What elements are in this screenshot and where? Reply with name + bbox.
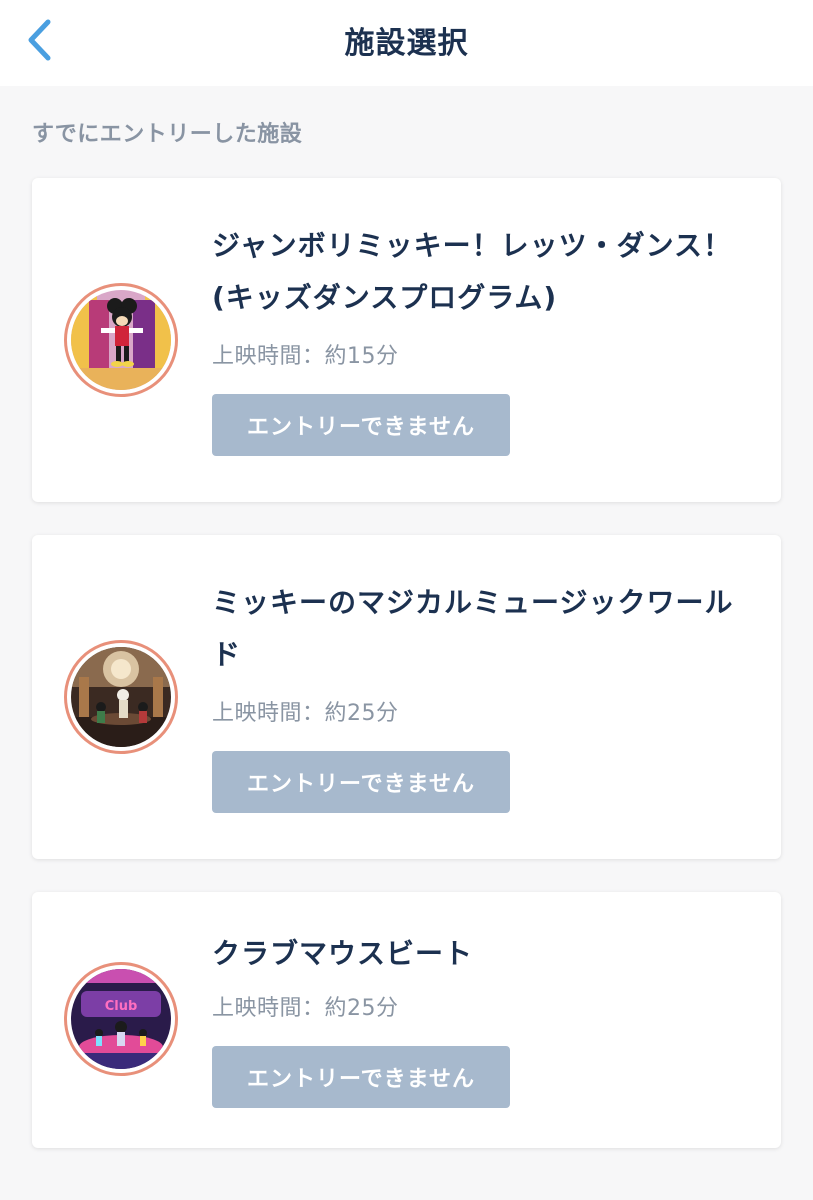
facility-title: ジャンボリミッキー！レッツ・ダンス！(キッズダンスプログラム) [212, 229, 733, 314]
page-title: 施設選択 [344, 26, 469, 61]
entry-unavailable-button[interactable]: エントリーできません [212, 394, 510, 456]
facility-thumbnail: Club [64, 962, 178, 1076]
facility-thumbnail [64, 283, 178, 397]
entry-unavailable-button[interactable]: エントリーできません [212, 751, 510, 813]
facility-thumbnail [64, 640, 178, 754]
facility-title: クラブマウスビート [212, 937, 474, 970]
facility-details: ジャンボリミッキー！レッツ・ダンス！(キッズダンスプログラム) 上映時間：約15… [212, 220, 752, 456]
facility-title: ミッキーのマジカルミュージックワールド [212, 586, 734, 671]
facility-details: ミッキーのマジカルミュージックワールド 上映時間：約25分 エントリーできません [212, 577, 752, 813]
facility-duration: 上映時間：約25分 [212, 701, 399, 726]
facility-duration: 上映時間：約15分 [212, 344, 399, 369]
mickey-show-image [71, 290, 171, 390]
navigation-bar: 施設選択 [0, 0, 813, 86]
svg-text:Club: Club [105, 999, 138, 1014]
facility-details: クラブマウスビート 上映時間：約25分 エントリーできません [212, 928, 752, 1108]
facility-card: Club クラブマウスビート 上映時間：約25分 エントリーできません [32, 892, 781, 1148]
facility-card: ジャンボリミッキー！レッツ・ダンス！(キッズダンスプログラム) 上映時間：約15… [32, 178, 781, 502]
section-header: すでにエントリーした施設 [32, 122, 303, 147]
facility-duration: 上映時間：約25分 [212, 996, 399, 1021]
facility-card: ミッキーのマジカルミュージックワールド 上映時間：約25分 エントリーできません [32, 535, 781, 859]
club-mouse-beat-image: Club [71, 969, 171, 1069]
main-content: すでにエントリーした施設 ジャンボリミッキー！レッツ・ダンス！(キッズダンスプロ… [0, 86, 813, 1200]
entry-unavailable-button[interactable]: エントリーできません [212, 1046, 510, 1108]
magical-music-world-image [71, 647, 171, 747]
